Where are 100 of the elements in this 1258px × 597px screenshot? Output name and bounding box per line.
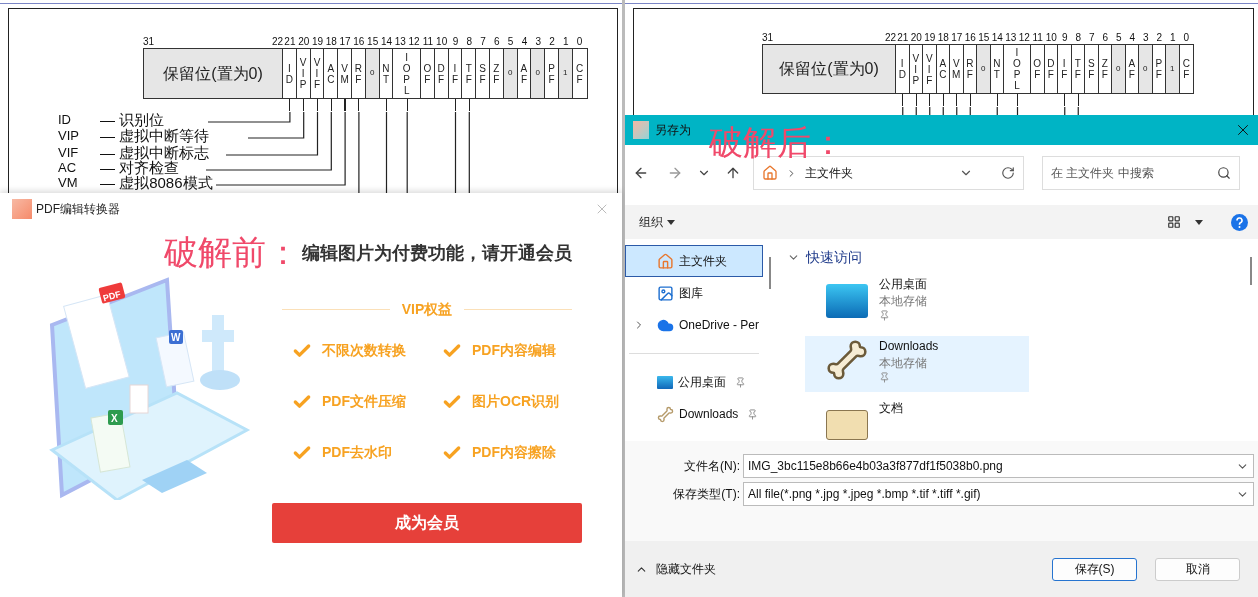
folder-location: 本地存储 bbox=[879, 293, 927, 310]
bit-number: 0 bbox=[575, 35, 584, 49]
organize-menu[interactable]: 组织 bbox=[639, 213, 675, 231]
hide-folders-toggle[interactable]: 隐藏文件夹 bbox=[635, 560, 716, 578]
flag-cell: 0 bbox=[1112, 45, 1126, 93]
navigation-label: 图库 bbox=[679, 285, 703, 302]
desktop-icon bbox=[657, 375, 673, 389]
bit-number: 16 bbox=[352, 35, 366, 49]
folder-item[interactable]: 公用桌面 本地存储 bbox=[805, 274, 1029, 330]
bit-number: 22 bbox=[884, 31, 896, 45]
bit-number: 5 bbox=[1114, 31, 1123, 45]
flag-cell: TF bbox=[462, 49, 477, 98]
bit-number: 18 bbox=[324, 35, 338, 49]
dialog-button[interactable]: 保存(S) bbox=[1052, 557, 1137, 581]
folder-icon bbox=[826, 284, 868, 318]
dialog-button[interactable]: 取消 bbox=[1155, 557, 1240, 581]
search-icon[interactable] bbox=[1217, 166, 1231, 180]
legend-abbreviation: VIP bbox=[58, 129, 80, 142]
navigation-label: OneDrive - Per bbox=[679, 317, 760, 334]
app-logo-icon bbox=[12, 199, 32, 219]
legend-meaning: — 虚拟中断等待 bbox=[100, 128, 210, 143]
app-icon bbox=[633, 121, 649, 139]
bit-number: 1 bbox=[1168, 31, 1177, 45]
benefit-label: PDF内容编辑 bbox=[472, 341, 556, 360]
benefit-label: PDF去水印 bbox=[322, 443, 392, 462]
bit-number: 14 bbox=[990, 31, 1004, 45]
benefit-label: PDF文件压缩 bbox=[322, 392, 406, 411]
bit-number: 7 bbox=[1087, 31, 1096, 45]
benefit-label: 不限次数转换 bbox=[322, 341, 406, 360]
bit-number: 15 bbox=[977, 31, 991, 45]
benefit-label: 图片OCR识别 bbox=[472, 392, 560, 411]
folder-name: 文档 bbox=[879, 400, 903, 417]
bit-number: 13 bbox=[1004, 31, 1018, 45]
navigation-item[interactable]: Downloads bbox=[625, 398, 763, 430]
view-dropdown-icon[interactable] bbox=[1195, 219, 1203, 225]
become-member-button[interactable]: 成为会员 bbox=[272, 503, 582, 543]
bit-number: 3 bbox=[1141, 31, 1150, 45]
flag-cell: VM bbox=[950, 45, 964, 93]
folder-item[interactable]: Downloads 本地存储 bbox=[805, 336, 1029, 392]
benefits-title: VIP权益 bbox=[401, 300, 453, 319]
section-header[interactable]: 快速访问 bbox=[806, 247, 862, 268]
view-options-icon[interactable] bbox=[1167, 215, 1181, 229]
bit-number: 4 bbox=[520, 35, 529, 49]
reserved-bits-cell: 保留位(置为0) bbox=[144, 49, 283, 98]
bone-icon bbox=[825, 338, 869, 382]
bit-number: 7 bbox=[479, 35, 487, 49]
legend-abbreviation: VIF bbox=[58, 146, 80, 159]
flag-cell: OF bbox=[1031, 45, 1045, 93]
navigation-item[interactable]: OneDrive - Per bbox=[625, 309, 763, 341]
navigation-item[interactable]: 公用桌面 bbox=[625, 366, 763, 398]
scrollbar[interactable] bbox=[769, 257, 771, 289]
bit-number: 22 bbox=[271, 35, 283, 49]
legend-abbreviation: ID bbox=[58, 113, 72, 126]
legend-abbreviation: AC bbox=[58, 161, 78, 174]
help-icon[interactable] bbox=[1231, 213, 1248, 231]
bit-number: 13 bbox=[393, 35, 407, 49]
navigation-item[interactable]: 图库 bbox=[625, 277, 763, 309]
folder-item[interactable]: 文档 bbox=[805, 398, 1029, 441]
home-icon bbox=[762, 165, 778, 181]
navigation-item[interactable]: 主文件夹 bbox=[625, 245, 763, 277]
legend-meaning: — 虚拟中断标志 bbox=[100, 145, 210, 160]
flag-cell: SF bbox=[476, 49, 490, 98]
bit-number: 8 bbox=[465, 35, 474, 49]
navigation-label: Downloads bbox=[679, 406, 739, 423]
folder-location: 本地存储 bbox=[879, 355, 928, 372]
bit-number: 11 bbox=[1031, 31, 1044, 45]
bit-number: 15 bbox=[366, 35, 380, 49]
field-label: 保存类型(T): bbox=[672, 486, 741, 503]
file-type-select[interactable]: All file(*.png *.jpg *.jpeg *.bmp *.tif *.tiff *.gif) bbox=[743, 482, 1254, 506]
search-box[interactable]: 在 主文件夹 中搜索 bbox=[1042, 156, 1240, 190]
bit-number: 17 bbox=[338, 35, 352, 49]
document-folder-icon bbox=[826, 410, 868, 440]
home-icon bbox=[657, 252, 674, 270]
bit-number: 19 bbox=[310, 35, 325, 49]
breadcrumb[interactable]: 主文件夹 bbox=[805, 164, 853, 182]
scrollbar[interactable] bbox=[1250, 257, 1252, 285]
flag-cell: AC bbox=[324, 49, 339, 98]
file-name-field[interactable]: IMG_3bc115e8b66e4b03a3f877df1f5038b0.png bbox=[743, 454, 1254, 478]
bit-number: 31 bbox=[143, 35, 155, 49]
bit-number: 2 bbox=[548, 35, 556, 49]
bit-number: 20 bbox=[909, 31, 923, 45]
up-arrow-icon[interactable] bbox=[725, 165, 741, 181]
flag-cell: 0 bbox=[977, 45, 991, 93]
bit-number: 5 bbox=[506, 35, 515, 49]
before-crack-label: 破解前： bbox=[164, 235, 300, 269]
picture-icon bbox=[657, 284, 674, 302]
flag-cell: VM bbox=[338, 49, 352, 98]
bit-number: 3 bbox=[534, 35, 542, 49]
refresh-icon[interactable] bbox=[1001, 166, 1015, 180]
bone-icon bbox=[657, 405, 674, 423]
legend-meaning: — 虚拟8086模式 bbox=[100, 175, 213, 190]
flag-cell: ID bbox=[896, 45, 910, 93]
bit-number: 0 bbox=[1182, 31, 1191, 45]
search-field[interactable]: 在 主文件夹 中搜索 bbox=[1051, 164, 1217, 182]
bit-number: 2 bbox=[1155, 31, 1164, 45]
bit-number: 8 bbox=[1074, 31, 1083, 45]
document-label: W bbox=[171, 332, 181, 343]
dialog-title: 另存为 bbox=[655, 122, 691, 139]
bit-number: 6 bbox=[1101, 31, 1110, 45]
bit-number: 11 bbox=[421, 35, 435, 49]
